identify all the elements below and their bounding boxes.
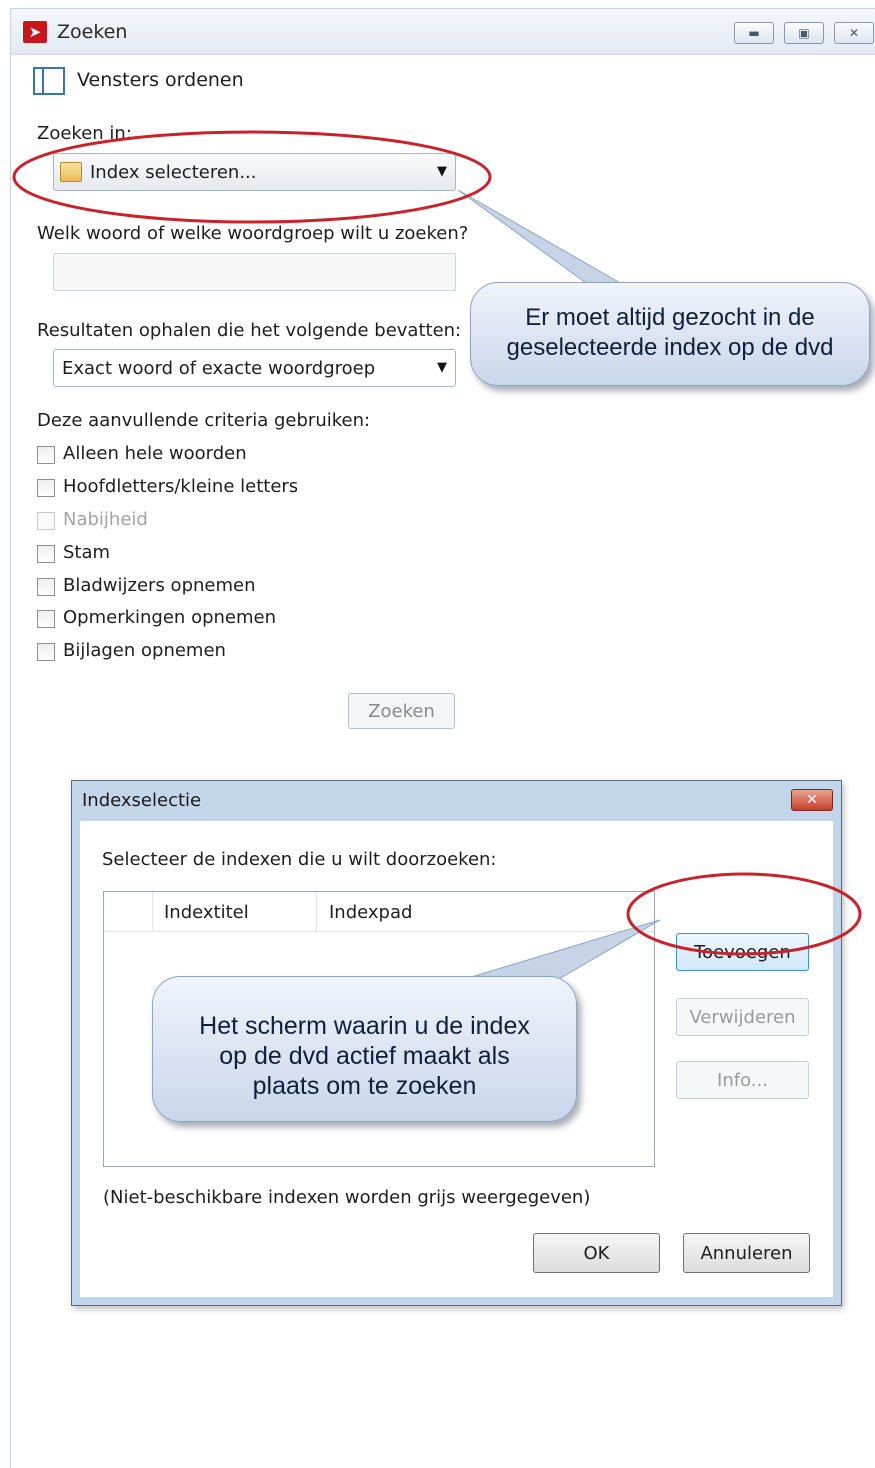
dialog-close-button[interactable]: ✕ — [791, 789, 833, 811]
checkbox-box[interactable] — [37, 643, 55, 661]
maximize-button[interactable]: ▣ — [784, 22, 824, 44]
callout-index-screen: Het scherm waarin u de index op de dvd a… — [152, 976, 577, 1122]
checkbox-label: Hoofdletters/kleine letters — [63, 476, 299, 497]
checkbox-label: Nabijheid — [63, 509, 148, 530]
checkbox-label: Stam — [63, 542, 111, 563]
callout-1-line-2: geselecteerde index op de dvd — [506, 334, 834, 361]
column-header-index-path[interactable]: Indexpad — [329, 902, 412, 923]
folder-index-icon — [60, 162, 82, 182]
cancel-button[interactable]: Annuleren — [683, 1233, 810, 1273]
acrobat-pdf-icon: ➤ — [23, 21, 47, 43]
checkbox-label: Bijlagen opnemen — [63, 640, 226, 661]
minimize-button[interactable]: ▬ — [734, 22, 774, 44]
remove-button: Verwijderen — [676, 998, 809, 1036]
criteria-label: Deze aanvullende criteria gebruiken: — [37, 410, 371, 431]
arrange-windows-label: Vensters ordenen — [77, 69, 244, 91]
results-value: Exact woord of exacte woordgroep — [62, 358, 376, 379]
callout-2-line-1: Het scherm waarin u de index — [199, 1012, 530, 1040]
callout-2-line-3: plaats om te zoeken — [252, 1072, 477, 1100]
checkbox-label: Bladwijzers opnemen — [63, 575, 256, 596]
ok-button[interactable]: OK — [533, 1233, 660, 1273]
column-header-index-title[interactable]: Indextitel — [164, 902, 249, 923]
arrange-windows-icon — [33, 67, 65, 95]
checkbox-box — [37, 512, 55, 530]
window-title: Zoeken — [57, 21, 128, 43]
index-list-header: Indextitel Indexpad — [104, 892, 654, 932]
column-separator — [316, 892, 317, 932]
info-button: Info... — [676, 1061, 809, 1099]
checkbox-label: Opmerkingen opnemen — [63, 607, 277, 628]
query-input[interactable] — [53, 253, 456, 291]
search-in-label: Zoeken in: — [37, 123, 132, 144]
results-dropdown[interactable]: Exact woord of exacte woordgroep ▼ — [53, 349, 456, 387]
dialog-title: Indexselectie — [82, 790, 202, 811]
callout-1-line-1: Er moet altijd gezocht in de — [525, 304, 815, 331]
chevron-down-icon: ▼ — [437, 164, 447, 179]
dialog-note: (Niet-beschikbare indexen worden grijs w… — [103, 1187, 591, 1208]
callout-search-index: Er moet altijd gezocht in de geselecteer… — [470, 282, 870, 386]
close-button[interactable]: ✕ — [834, 22, 874, 44]
checkbox-box[interactable] — [37, 545, 55, 563]
checkbox-label: Alleen hele woorden — [63, 443, 247, 464]
checkbox-box[interactable] — [37, 479, 55, 497]
checkbox-box[interactable] — [37, 446, 55, 464]
results-label: Resultaten ophalen die het volgende beva… — [37, 320, 462, 341]
title-bar: ➤ Zoeken ▬ ▣ ✕ — [11, 9, 875, 55]
checkbox-box[interactable] — [37, 610, 55, 628]
query-label: Welk woord of welke woordgroep wilt u zo… — [37, 223, 469, 244]
dialog-prompt: Selecteer de indexen die u wilt doorzoek… — [102, 849, 497, 870]
search-in-dropdown[interactable]: Index selecteren... ▼ — [53, 153, 456, 191]
search-in-value: Index selecteren... — [90, 162, 257, 183]
chevron-down-icon: ▼ — [437, 360, 447, 375]
column-separator — [152, 892, 153, 932]
search-button[interactable]: Zoeken — [348, 693, 455, 729]
checkbox-box[interactable] — [37, 578, 55, 596]
add-button[interactable]: Toevoegen — [676, 933, 809, 971]
callout-2-line-2: op de dvd actief maakt als — [219, 1042, 510, 1070]
